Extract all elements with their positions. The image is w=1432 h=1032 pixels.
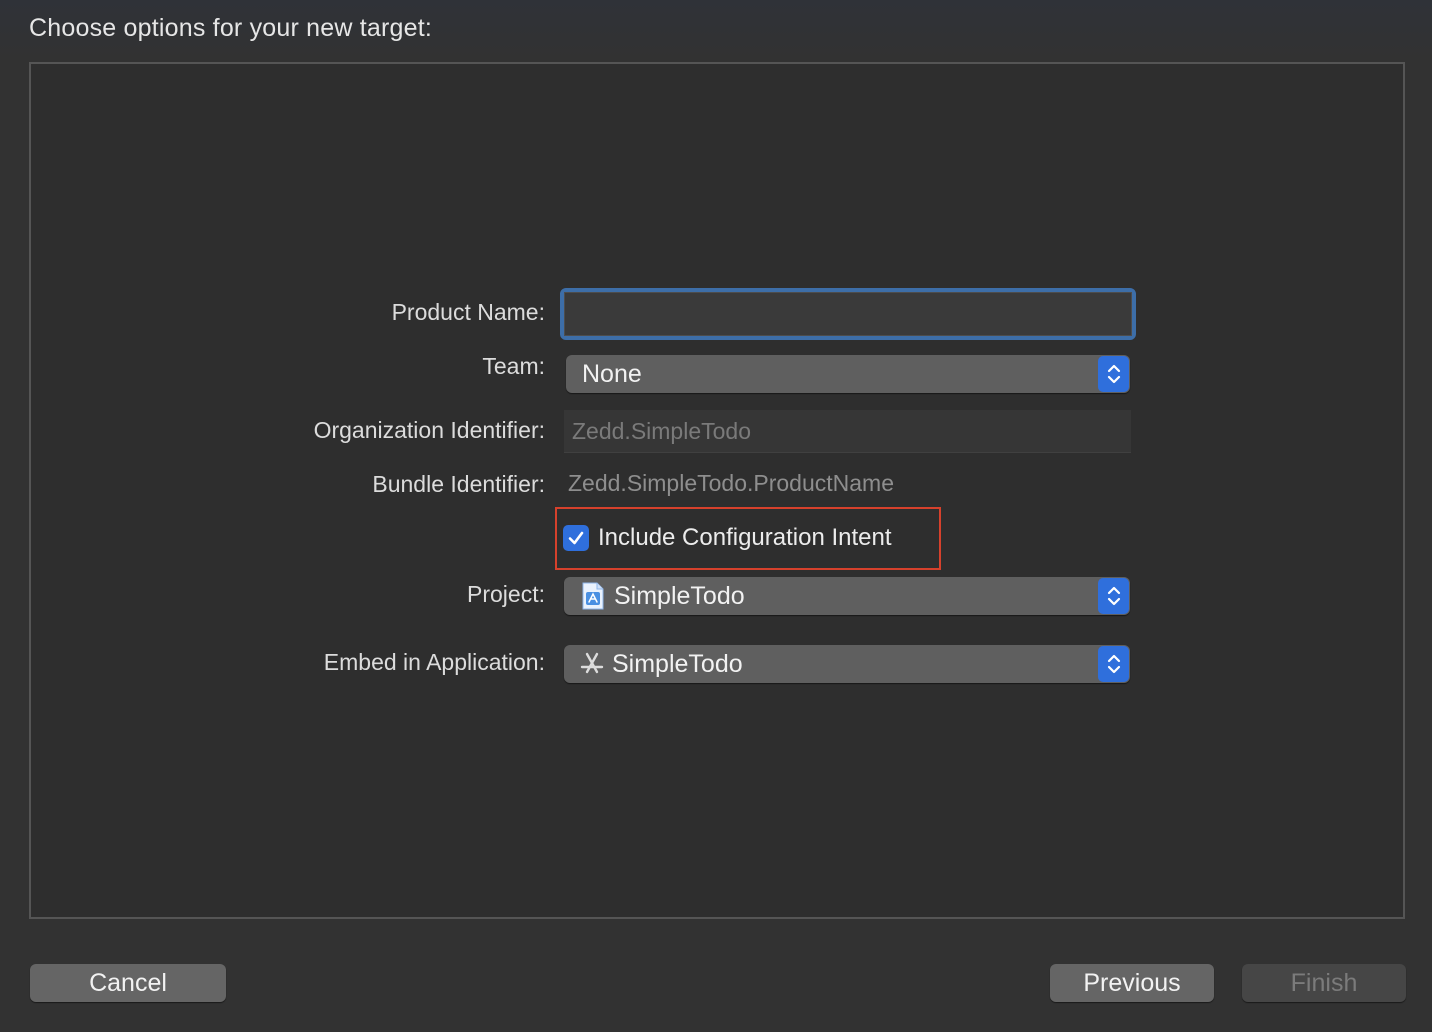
chevron-up-down-icon	[1098, 646, 1129, 682]
project-popup-value: SimpleTodo	[614, 581, 745, 610]
organization-identifier-label: Organization Identifier:	[313, 417, 545, 443]
organization-identifier-field[interactable]: Zedd.SimpleTodo	[564, 410, 1131, 453]
sheet-title: Choose options for your new target:	[29, 14, 433, 42]
previous-button[interactable]: Previous	[1050, 964, 1214, 1002]
team-popup-value: None	[582, 359, 642, 388]
chevron-up-down-icon	[1098, 356, 1129, 392]
chevron-up-down-icon	[1098, 578, 1129, 614]
include-configuration-intent-checkbox-row[interactable]: Include Configuration Intent	[563, 524, 892, 552]
new-target-sheet: Choose options for your new target: Prod…	[0, 0, 1432, 1032]
finish-button[interactable]: Finish	[1242, 964, 1406, 1002]
team-label: Team:	[482, 353, 545, 379]
team-popup[interactable]: None	[566, 355, 1130, 393]
embed-in-application-popup[interactable]: SimpleTodo	[564, 645, 1130, 683]
project-label: Project:	[467, 581, 545, 607]
cancel-button[interactable]: Cancel	[30, 964, 226, 1002]
project-popup[interactable]: SimpleTodo	[564, 577, 1130, 615]
embed-in-application-popup-value: SimpleTodo	[612, 649, 743, 678]
product-name-field-focus-ring	[560, 288, 1136, 340]
xcode-project-file-icon	[582, 582, 604, 610]
product-name-input[interactable]	[564, 292, 1132, 336]
include-configuration-intent-label: Include Configuration Intent	[598, 524, 892, 551]
bundle-identifier-value: Zedd.SimpleTodo.ProductName	[568, 470, 894, 496]
bundle-identifier-label: Bundle Identifier:	[372, 471, 545, 497]
product-name-label: Product Name:	[391, 299, 545, 325]
embed-in-application-label: Embed in Application:	[323, 649, 545, 675]
app-store-icon	[578, 650, 606, 678]
checkmark-icon	[568, 531, 584, 545]
include-configuration-intent-checkbox[interactable]	[563, 525, 589, 551]
